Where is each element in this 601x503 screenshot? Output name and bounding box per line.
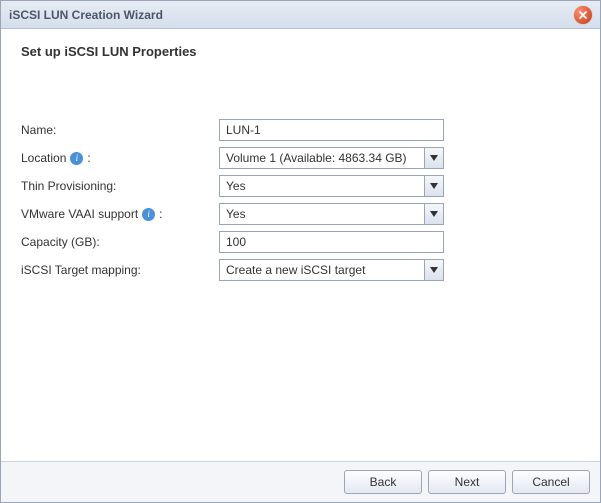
label-vmware-text: VMware VAAI support	[21, 207, 138, 221]
page-heading: Set up iSCSI LUN Properties	[21, 44, 580, 59]
label-vmware-colon: :	[159, 207, 162, 221]
chevron-down-icon[interactable]	[424, 259, 444, 281]
window-title: iSCSI LUN Creation Wizard	[9, 8, 574, 22]
button-bar: Back Next Cancel	[1, 461, 600, 502]
close-icon[interactable]	[574, 6, 592, 24]
label-location: Location i :	[21, 151, 219, 165]
thin-provisioning-value[interactable]	[219, 175, 444, 197]
vmware-value[interactable]	[219, 203, 444, 225]
target-mapping-select[interactable]	[219, 259, 444, 281]
label-name: Name:	[21, 123, 219, 137]
capacity-input[interactable]	[219, 231, 444, 253]
wizard-window: iSCSI LUN Creation Wizard Set up iSCSI L…	[0, 0, 601, 503]
back-button[interactable]: Back	[344, 470, 422, 494]
next-button[interactable]: Next	[428, 470, 506, 494]
label-thin-provisioning: Thin Provisioning:	[21, 179, 219, 193]
row-location: Location i :	[21, 147, 580, 169]
chevron-down-icon[interactable]	[424, 147, 444, 169]
titlebar: iSCSI LUN Creation Wizard	[1, 1, 600, 29]
target-mapping-value[interactable]	[219, 259, 444, 281]
label-target-text: iSCSI Target mapping:	[21, 263, 141, 277]
location-select[interactable]	[219, 147, 444, 169]
content-area: Set up iSCSI LUN Properties Name: Locati…	[1, 29, 600, 461]
label-vmware: VMware VAAI support i :	[21, 207, 219, 221]
location-select-value[interactable]	[219, 147, 444, 169]
info-icon[interactable]: i	[142, 208, 155, 221]
cancel-button[interactable]: Cancel	[512, 470, 590, 494]
row-thin-provisioning: Thin Provisioning:	[21, 175, 580, 197]
label-target-mapping: iSCSI Target mapping:	[21, 263, 219, 277]
chevron-down-icon[interactable]	[424, 203, 444, 225]
label-location-colon: :	[87, 151, 90, 165]
vmware-select[interactable]	[219, 203, 444, 225]
chevron-down-icon[interactable]	[424, 175, 444, 197]
info-icon[interactable]: i	[70, 152, 83, 165]
thin-provisioning-select[interactable]	[219, 175, 444, 197]
row-name: Name:	[21, 119, 580, 141]
label-capacity: Capacity (GB):	[21, 235, 219, 249]
label-thin-text: Thin Provisioning:	[21, 179, 116, 193]
row-target-mapping: iSCSI Target mapping:	[21, 259, 580, 281]
label-capacity-text: Capacity (GB):	[21, 235, 100, 249]
label-name-text: Name:	[21, 123, 56, 137]
properties-form: Name: Location i :	[21, 119, 580, 281]
label-location-text: Location	[21, 151, 66, 165]
row-capacity: Capacity (GB):	[21, 231, 580, 253]
row-vmware: VMware VAAI support i :	[21, 203, 580, 225]
name-input[interactable]	[219, 119, 444, 141]
